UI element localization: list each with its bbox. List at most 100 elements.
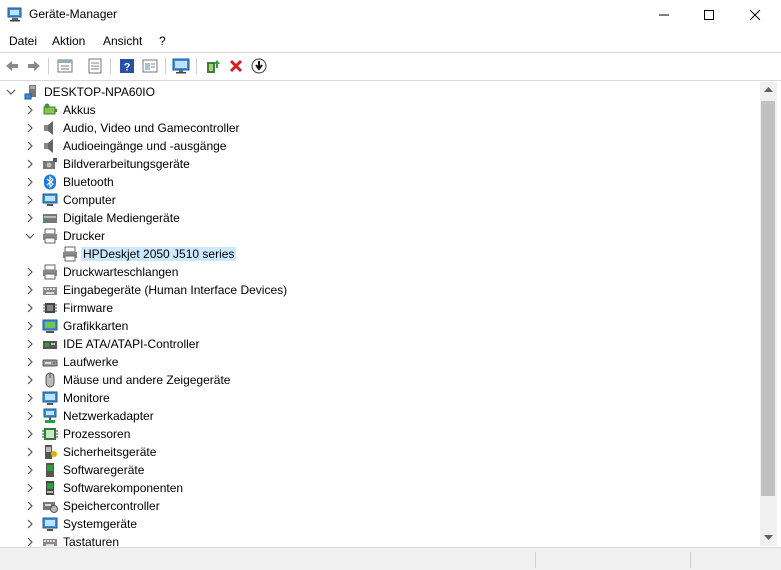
tree-category-item[interactable]: Audioeingänge und -ausgänge (0, 137, 760, 155)
update-driver-button[interactable] (203, 56, 223, 76)
chevron-right-icon[interactable] (25, 285, 35, 295)
chevron-right-icon[interactable] (25, 429, 35, 439)
tree-category-item[interactable]: Drucker (0, 227, 760, 245)
tree-category-item[interactable]: Akkus (0, 101, 760, 119)
tree-category-item[interactable]: Grafikkarten (0, 317, 760, 335)
device-tree: DESKTOP-NPA60IO Akkus Audio, Video und Ga… (0, 82, 760, 546)
tree-category-item[interactable]: Systemgeräte (0, 515, 760, 533)
tree-item-label: Audioeingänge und -ausgänge (63, 139, 227, 153)
minimize-button[interactable] (641, 0, 687, 30)
tree-item-label: Eingabegeräte (Human Interface Devices) (63, 283, 288, 297)
tree-root-label: DESKTOP-NPA60IO (44, 85, 155, 99)
list-view-button[interactable] (85, 56, 105, 76)
tree-category-item[interactable]: Laufwerke (0, 353, 760, 371)
chevron-down-icon[interactable] (6, 87, 16, 97)
chevron-right-icon[interactable] (25, 411, 35, 421)
chevron-right-icon[interactable] (25, 501, 35, 511)
chevron-right-icon[interactable] (25, 303, 35, 313)
chevron-right-icon[interactable] (25, 519, 35, 529)
chevron-right-icon[interactable] (25, 375, 35, 385)
toolbar-separator (165, 58, 166, 74)
chevron-right-icon[interactable] (25, 177, 35, 187)
chevron-down-icon[interactable] (25, 231, 35, 241)
chevron-right-icon[interactable] (25, 141, 35, 151)
speaker-icon (44, 139, 53, 153)
close-icon (749, 9, 761, 21)
tree-category-item[interactable]: Tastaturen (0, 533, 760, 546)
tree-category-item[interactable]: Monitore (0, 389, 760, 407)
tree-item-label: Akkus (63, 103, 96, 117)
scroll-down-icon[interactable] (764, 535, 773, 541)
chevron-right-icon[interactable] (25, 537, 35, 546)
chevron-right-icon[interactable] (25, 105, 35, 115)
chevron-right-icon[interactable] (25, 195, 35, 205)
security-icon (45, 445, 57, 459)
help-button[interactable]: ? (117, 56, 137, 76)
window-title: Geräte-Manager (29, 7, 118, 21)
back-icon (6, 61, 18, 71)
printer-icon (43, 228, 57, 244)
tree-category-item[interactable]: Bildverarbeitungsgeräte (0, 155, 760, 173)
uninstall-button[interactable] (226, 56, 246, 76)
maximize-button[interactable] (686, 0, 732, 30)
tree-category-item[interactable]: Eingabegeräte (Human Interface Devices) (0, 281, 760, 299)
tree-item-label: Mäuse und andere Zeigegeräte (63, 373, 231, 387)
tree-category-item[interactable]: Computer (0, 191, 760, 209)
scrollbar-thumb[interactable] (761, 101, 775, 496)
toolbar-divider (0, 80, 781, 81)
tree-item-label: Druckwarteschlangen (63, 265, 179, 279)
device-view-button[interactable] (140, 56, 160, 76)
tree-category-item[interactable]: Softwaregeräte (0, 461, 760, 479)
tree-category-item[interactable]: Mäuse und andere Zeigegeräte (0, 371, 760, 389)
download-button[interactable] (249, 56, 269, 76)
tree-category-item[interactable]: Sicherheitsgeräte (0, 443, 760, 461)
close-button[interactable] (732, 0, 778, 30)
tree-category-item[interactable]: Netzwerkadapter (0, 407, 760, 425)
chevron-right-icon[interactable] (25, 357, 35, 367)
chevron-right-icon[interactable] (25, 483, 35, 493)
menu-ansicht[interactable]: Ansicht (103, 34, 142, 48)
tree-device-item[interactable]: HPDeskjet 2050 J510 series (0, 245, 760, 263)
monitor-icon (42, 391, 58, 405)
status-cell (535, 552, 536, 568)
scroll-up-icon[interactable] (764, 87, 773, 93)
tree-category-item[interactable]: Bluetooth (0, 173, 760, 191)
menu-bar: Datei Aktion Ansicht ? (0, 30, 781, 52)
tree-category-item[interactable]: Speichercontroller (0, 497, 760, 515)
chevron-right-icon[interactable] (25, 267, 35, 277)
tree-category-item[interactable]: Digitale Mediengeräte (0, 209, 760, 227)
chevron-right-icon[interactable] (25, 393, 35, 403)
tree-category-item[interactable]: IDE ATA/ATAPI-Controller (0, 335, 760, 353)
tree-item-label: Bildverarbeitungsgeräte (63, 157, 190, 171)
system-device-icon (42, 517, 58, 531)
chevron-right-icon[interactable] (25, 123, 35, 133)
chevron-right-icon[interactable] (25, 159, 35, 169)
processor-icon (42, 428, 58, 440)
properties-button[interactable] (55, 56, 75, 76)
back-button[interactable] (2, 56, 22, 76)
tree-category-item[interactable]: Prozessoren (0, 425, 760, 443)
tree-category-item[interactable]: Firmware (0, 299, 760, 317)
chevron-right-icon[interactable] (25, 339, 35, 349)
menu-aktion[interactable]: Aktion (52, 34, 85, 48)
software-component-icon (46, 481, 54, 495)
chip-icon (43, 303, 57, 313)
toolbar: ? (0, 53, 781, 79)
tree-category-item[interactable]: Softwarekomponenten (0, 479, 760, 497)
tree-root[interactable]: DESKTOP-NPA60IO (0, 83, 760, 101)
chevron-right-icon[interactable] (25, 447, 35, 457)
help-icon: ? (120, 59, 134, 74)
tree-category-item[interactable]: Druckwarteschlangen (0, 263, 760, 281)
display-adapter-icon (42, 319, 58, 333)
tree-category-item[interactable]: Audio, Video und Gamecontroller (0, 119, 760, 137)
menu-datei[interactable]: Datei (9, 34, 37, 48)
tree-item-label: HPDeskjet 2050 J510 series (81, 247, 237, 261)
chevron-right-icon[interactable] (25, 321, 35, 331)
scan-hardware-button[interactable] (171, 56, 191, 76)
forward-button[interactable] (24, 56, 44, 76)
keyboard-icon (43, 287, 57, 295)
chevron-right-icon[interactable] (25, 213, 35, 223)
keyboard-icon (43, 539, 57, 546)
menu-help[interactable]: ? (159, 34, 166, 48)
chevron-right-icon[interactable] (25, 465, 35, 475)
